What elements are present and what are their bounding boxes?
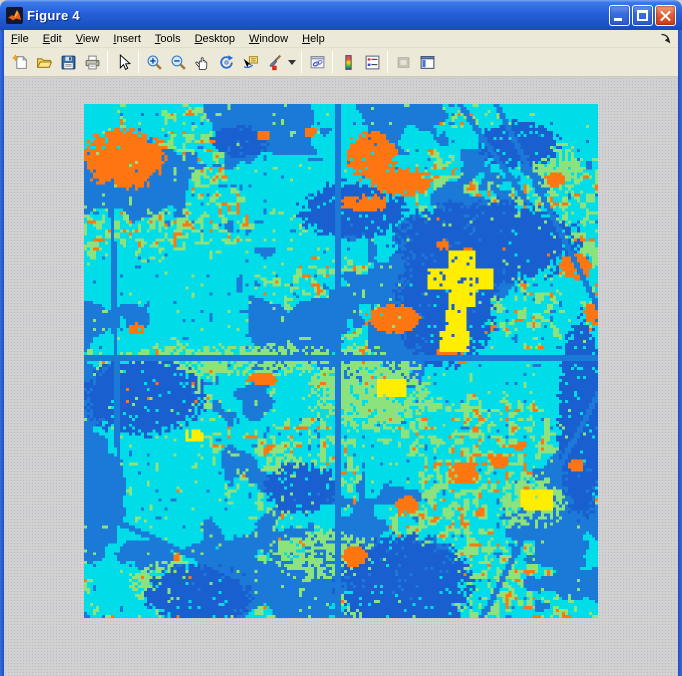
menu-view[interactable]: View bbox=[69, 31, 107, 47]
open-file-button[interactable] bbox=[32, 50, 56, 74]
menu-help[interactable]: Help bbox=[295, 31, 332, 47]
window-border-right bbox=[678, 30, 682, 676]
dock-arrow-icon bbox=[659, 32, 672, 45]
figure-window: Figure 4 File Edit View Insert Tools Des… bbox=[0, 0, 682, 676]
brush-data-button[interactable] bbox=[262, 50, 286, 74]
menubar: File Edit View Insert Tools Desktop Wind… bbox=[4, 30, 678, 48]
menu-desktop[interactable]: Desktop bbox=[188, 31, 242, 47]
toolbar-separator bbox=[387, 51, 388, 73]
close-icon bbox=[656, 6, 675, 25]
edit-arrow-icon bbox=[115, 54, 132, 71]
show-plot-tools-icon bbox=[419, 54, 436, 71]
print-figure-button[interactable] bbox=[80, 50, 104, 74]
hide-plot-tools-button[interactable] bbox=[391, 50, 415, 74]
dock-figure-arrow[interactable] bbox=[659, 32, 672, 45]
zoom-out-icon bbox=[170, 54, 187, 71]
minimize-icon bbox=[614, 18, 622, 21]
rotate-3d-icon bbox=[218, 54, 235, 71]
new-figure-button[interactable] bbox=[8, 50, 32, 74]
menu-tools[interactable]: Tools bbox=[148, 31, 188, 47]
toolbar-separator bbox=[332, 51, 333, 73]
menu-file[interactable]: File bbox=[4, 31, 36, 47]
brush-icon bbox=[266, 54, 283, 71]
new-figure-icon bbox=[12, 54, 29, 71]
menu-insert[interactable]: Insert bbox=[106, 31, 148, 47]
figure-axes-image bbox=[84, 104, 598, 618]
toolbar-separator bbox=[107, 51, 108, 73]
window-title: Figure 4 bbox=[27, 8, 80, 23]
toolbar-separator bbox=[301, 51, 302, 73]
zoom-in-icon bbox=[146, 54, 163, 71]
insert-colorbar-button[interactable] bbox=[336, 50, 360, 74]
maximize-icon bbox=[637, 10, 648, 21]
edit-plot-button[interactable] bbox=[111, 50, 135, 74]
figure-toolbar bbox=[4, 48, 678, 77]
legend-icon bbox=[364, 54, 381, 71]
pan-hand-icon bbox=[194, 54, 211, 71]
menu-window[interactable]: Window bbox=[242, 31, 295, 47]
data-cursor-button[interactable] bbox=[238, 50, 262, 74]
colorbar-icon bbox=[340, 54, 357, 71]
classified-satellite-image bbox=[84, 104, 598, 618]
minimize-button[interactable] bbox=[609, 5, 630, 26]
titlebar[interactable]: Figure 4 bbox=[0, 0, 682, 30]
brush-dropdown-button[interactable] bbox=[286, 50, 298, 74]
link-plot-icon bbox=[309, 54, 326, 71]
save-icon bbox=[60, 54, 77, 71]
hide-plot-tools-icon bbox=[395, 54, 412, 71]
close-button[interactable] bbox=[655, 5, 676, 26]
menu-edit[interactable]: Edit bbox=[36, 31, 69, 47]
open-folder-icon bbox=[36, 54, 53, 71]
rotate-3d-button[interactable] bbox=[214, 50, 238, 74]
toolbar-separator bbox=[138, 51, 139, 73]
matlab-logo-icon bbox=[6, 7, 23, 24]
dropdown-caret-icon bbox=[288, 60, 296, 65]
data-cursor-icon bbox=[242, 54, 259, 71]
show-plot-tools-button[interactable] bbox=[415, 50, 439, 74]
zoom-out-button[interactable] bbox=[166, 50, 190, 74]
link-plot-button[interactable] bbox=[305, 50, 329, 74]
save-figure-button[interactable] bbox=[56, 50, 80, 74]
printer-icon bbox=[84, 54, 101, 71]
pan-button[interactable] bbox=[190, 50, 214, 74]
zoom-in-button[interactable] bbox=[142, 50, 166, 74]
insert-legend-button[interactable] bbox=[360, 50, 384, 74]
maximize-button[interactable] bbox=[632, 5, 653, 26]
